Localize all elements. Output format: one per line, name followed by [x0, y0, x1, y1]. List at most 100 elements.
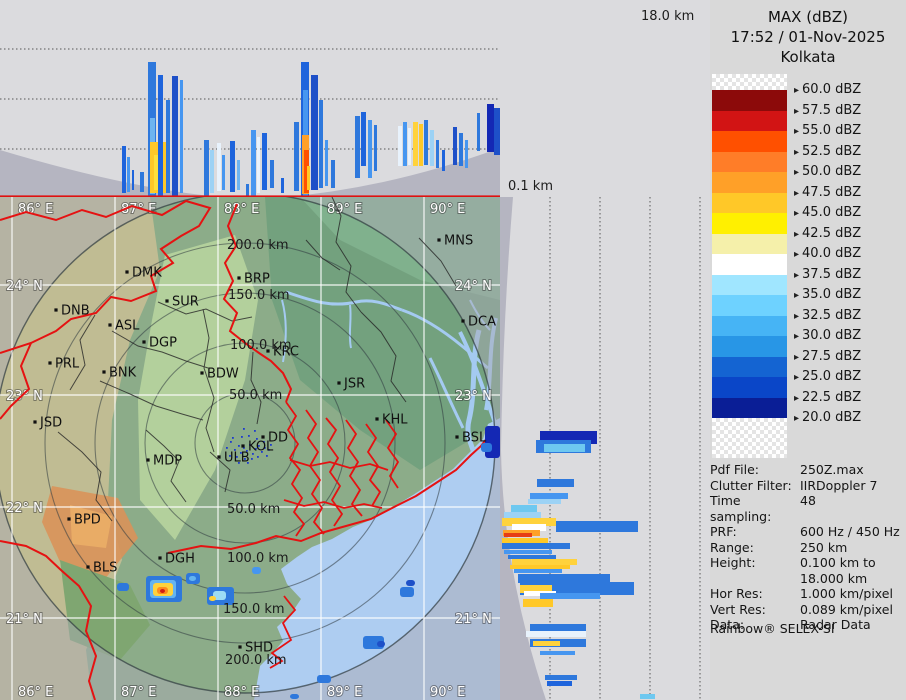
colorbar-band [712, 110, 787, 131]
threshold-arrow-icon: ▸ [794, 208, 800, 219]
city-label: DMK [132, 266, 162, 281]
dbz-threshold-label: ▸ 32.5 dBZ [794, 307, 862, 323]
city-label: BNK [109, 366, 137, 381]
svg-text:150.0 km: 150.0 km [223, 602, 285, 617]
metadata-value: 48 [800, 493, 816, 508]
metadata-value: 600 Hz / 450 Hz [800, 524, 900, 539]
city-dot [67, 517, 71, 521]
city-dot [125, 270, 129, 274]
map-top-border [0, 195, 500, 197]
dbz-threshold-label: ▸ 45.0 dBZ [794, 205, 862, 220]
colorbar-band [712, 131, 787, 152]
city-label: JSR [343, 377, 365, 392]
map-panel: 86° E86° E87° E87° E88° E88° E89° E89° E… [0, 197, 500, 700]
colorbar-band [712, 295, 787, 316]
dbz-threshold-label: ▸ 30.0 dBZ [794, 328, 862, 343]
city-dot [165, 299, 169, 303]
city-label: DCA [468, 315, 496, 330]
city-dot [142, 340, 146, 344]
metadata-row: Hor Res: 1.000 km/pixel [710, 586, 904, 602]
dbz-threshold-label: ▸ 47.5 dBZ [794, 184, 862, 200]
colorbar-band [712, 233, 787, 254]
city-label: MDP [153, 454, 182, 469]
colorbar-band [712, 315, 787, 336]
metadata-label: Height: [710, 555, 756, 570]
lon-label: 88° E [224, 202, 259, 217]
dbz-threshold-label: ▸ 35.0 dBZ [794, 287, 862, 302]
dbz-threshold-label: ▸ 50.0 dBZ [794, 164, 862, 179]
metadata-row: Time sampling: 48 [710, 493, 904, 524]
colorbar-band [712, 377, 787, 398]
threshold-arrow-icon: ▸ [794, 249, 800, 260]
lon-label: 90° E [430, 202, 465, 217]
city-dot [86, 565, 90, 569]
lat-label: 23° N [6, 389, 43, 404]
threshold-arrow-icon: ▸ [794, 167, 800, 178]
city-dot [261, 435, 265, 439]
city-label: PRL [55, 357, 80, 372]
metadata-value: IIRDoppler 7 [800, 477, 878, 493]
colorbar-band [712, 90, 787, 111]
city-dot [455, 435, 459, 439]
metadata-row: Clutter Filter: IIRDoppler 7 [710, 478, 904, 494]
metadata-label: Pdf File: [710, 462, 759, 477]
city-dot [461, 319, 465, 323]
city-dot [200, 371, 204, 375]
colorbar-band [712, 397, 787, 418]
dbz-threshold-label: ▸ 57.5 dBZ [794, 102, 862, 118]
threshold-arrow-icon: ▸ [794, 269, 800, 281]
city-label: JSD [39, 416, 62, 431]
dbz-threshold-label: ▸ 20.0 dBZ [794, 410, 862, 425]
colorbar-band [712, 274, 787, 295]
dbz-threshold-label: ▸ 25.0 dBZ [794, 369, 862, 384]
lon-label: 89° E [327, 202, 362, 217]
metadata-label: PRF: [710, 524, 737, 539]
lon-label: 86° E [18, 685, 53, 700]
dbz-threshold-label: ▸ 52.5 dBZ [794, 143, 862, 159]
nodata-swatch [712, 442, 787, 458]
threshold-arrow-icon: ▸ [794, 392, 800, 404]
city-dot [241, 444, 245, 448]
dbz-colorbar [712, 74, 787, 458]
city-label: BPD [74, 513, 101, 528]
threshold-arrow-icon: ▸ [794, 187, 800, 199]
lon-label: 87° E [121, 685, 156, 700]
lat-label: 23° N [455, 389, 492, 404]
city-dot [146, 458, 150, 462]
city-label: MNS [444, 234, 473, 249]
city-label: KRC [273, 345, 299, 360]
metadata-row: Range: 250 km [710, 540, 904, 556]
city-label: KOL [248, 440, 274, 455]
city-label: DGP [149, 336, 177, 351]
dbz-threshold-label: ▸ 42.5 dBZ [794, 225, 862, 241]
city-label: DNB [61, 304, 90, 319]
colorbar-band [712, 192, 787, 213]
city-dot [266, 349, 270, 353]
metadata-value: 0.089 km/pixel [800, 601, 893, 617]
city-dot [238, 645, 242, 649]
lat-label: 21° N [6, 612, 43, 627]
lat-label: 24° N [6, 279, 43, 294]
lon-label: 89° E [327, 685, 362, 700]
threshold-arrow-icon: ▸ [794, 290, 800, 301]
dbz-threshold-label: ▸ 37.5 dBZ [794, 266, 862, 282]
city-dot [54, 308, 58, 312]
dbz-threshold-label: ▸ 55.0 dBZ [794, 123, 862, 138]
threshold-arrow-icon: ▸ [794, 351, 800, 363]
legend-panel: MAX (dBZ) 17:52 / 01-Nov-2025 Kolkata ▸ 6… [710, 0, 906, 700]
metadata-label: Vert Res: [710, 601, 766, 617]
brand-label: Rainbow® SELEX-SI [710, 621, 835, 636]
colorbar-band [712, 172, 787, 193]
city-dot [33, 420, 37, 424]
threshold-arrow-icon: ▸ [794, 228, 800, 240]
city-label: BSL [462, 431, 487, 446]
threshold-arrow-icon: ▸ [794, 126, 800, 137]
product-title: MAX (dBZ) [767, 8, 849, 26]
metadata-value: 0.100 km to 18.000 km [800, 555, 876, 586]
city-label: KHL [382, 413, 408, 428]
city-label: DGH [165, 552, 195, 567]
metadata-label: Clutter Filter: [710, 477, 792, 493]
lon-label: 90° E [430, 685, 465, 700]
lon-label: 87° E [121, 202, 156, 217]
site-name: Kolkata [780, 48, 836, 66]
